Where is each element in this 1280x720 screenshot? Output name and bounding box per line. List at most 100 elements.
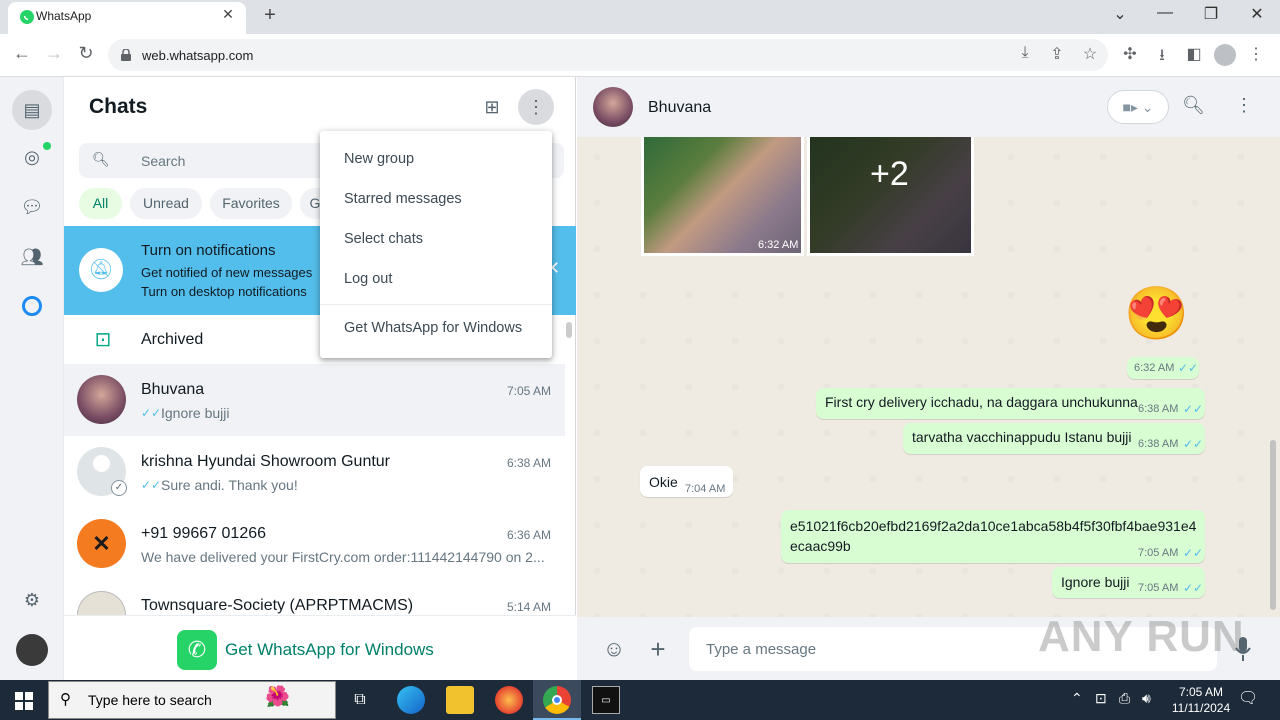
attach-plus-icon[interactable]: + <box>643 634 673 665</box>
show-hidden-icons-icon[interactable]: ⌃ <box>1071 690 1083 707</box>
search-icon: ⚲ <box>60 691 71 708</box>
minimize-button[interactable]: — <box>1150 4 1180 22</box>
search-icon[interactable]: 🔍︎ <box>1182 95 1205 116</box>
back-button[interactable]: ← <box>10 43 34 64</box>
chat-list-scrollbar[interactable] <box>566 322 572 338</box>
notifications-icon[interactable]: 🗨︎ <box>1238 688 1258 708</box>
read-ticks-icon: ✓✓ <box>1183 546 1204 560</box>
message-time: 6:38 AM <box>1138 403 1179 415</box>
message-time: 6:38 AM <box>1138 438 1179 450</box>
chat-row[interactable] <box>64 436 565 508</box>
chat-time: 6:36 AM <box>507 528 552 542</box>
forward-button[interactable]: → <box>42 43 66 64</box>
search-input[interactable]: Search <box>141 153 185 169</box>
chat-row[interactable] <box>64 508 565 580</box>
menu-icon[interactable]: ⋮ <box>518 89 554 125</box>
menu-item-get-app[interactable]: Get WhatsApp for Windows <box>344 320 522 336</box>
network-icon[interactable]: ⎙ <box>1119 690 1130 707</box>
microphone-icon[interactable] <box>1235 636 1251 662</box>
notification-line2[interactable]: Turn on desktop notifications <box>141 284 307 299</box>
chat-name: Bhuvana <box>141 381 205 398</box>
install-app-icon[interactable]: ⤓ <box>1014 44 1036 62</box>
contact-avatar[interactable] <box>593 87 633 127</box>
filter-unread[interactable]: Unread <box>130 188 202 219</box>
watermark-logo: ANY RUN <box>1038 612 1245 661</box>
more-images-count: +2 <box>870 155 909 193</box>
volume-icon[interactable]: 🔊︎ <box>1142 690 1151 707</box>
read-ticks-icon: ✓✓ <box>141 406 162 420</box>
contact-name[interactable]: Bhuvana <box>648 99 711 117</box>
side-panel-icon[interactable]: ◧ <box>1183 44 1205 64</box>
archived-row[interactable]: Archived <box>141 331 203 349</box>
menu-item-new-group[interactable]: New group <box>344 151 414 167</box>
browser-menu-icon[interactable]: ⋮ <box>1245 44 1267 64</box>
url-text[interactable]: web.whatsapp.com <box>142 48 253 63</box>
reload-button[interactable]: ↻ <box>74 43 98 64</box>
read-ticks-icon: ✓✓ <box>1183 581 1204 595</box>
settings-icon[interactable]: ⚙ <box>16 584 48 616</box>
get-app-link[interactable]: Get WhatsApp for Windows <box>225 640 434 660</box>
meta-ai-icon[interactable] <box>22 296 42 316</box>
clock-date: 11/11/2024 <box>1171 701 1231 715</box>
close-window-button[interactable]: ✕ <box>1242 4 1272 24</box>
filter-all[interactable]: All <box>79 188 122 219</box>
windows-start-icon[interactable] <box>15 692 33 710</box>
chrome-icon-center <box>552 695 562 705</box>
message-placeholder[interactable]: Type a message <box>706 641 816 658</box>
message-time: 7:04 AM <box>685 483 726 495</box>
menu-divider <box>320 304 552 305</box>
message-scrollbar[interactable] <box>1270 440 1276 610</box>
video-call-button[interactable]: ■▸ ⌄ <box>1107 90 1169 124</box>
new-chat-icon[interactable]: ⊞ <box>474 89 510 125</box>
firstcry-logo-avatar: ✕ <box>77 519 126 568</box>
communities-nav-icon[interactable]: 👥︎ <box>16 241 48 273</box>
menu-item-select-chats[interactable]: Select chats <box>344 231 423 247</box>
file-explorer-icon[interactable] <box>446 686 474 714</box>
chats-nav-icon[interactable]: ▤ <box>12 90 52 130</box>
notification-title: Turn on notifications <box>141 242 276 259</box>
chat-row[interactable] <box>64 364 565 436</box>
chat-name: krishna Hyundai Showroom Guntur <box>141 453 391 470</box>
profile-avatar[interactable] <box>16 634 48 666</box>
taskbar-search-input[interactable]: Type here to search <box>88 692 212 708</box>
read-ticks-icon: ✓✓ <box>1178 361 1199 375</box>
whatsapp-logo-icon: ✆ <box>177 630 217 670</box>
message-time: 6:32 AM <box>1134 362 1175 374</box>
read-ticks-icon: ✓✓ <box>1183 437 1204 451</box>
terminal-icon[interactable]: ▭ <box>592 686 620 714</box>
emoji-picker-icon[interactable]: ☺ <box>599 636 629 662</box>
conversation-menu-icon[interactable]: ⋮ <box>1235 95 1253 116</box>
filter-favorites[interactable]: Favorites <box>210 188 292 219</box>
chat-preview: We have delivered your FirstCry.com orde… <box>141 549 545 565</box>
device-icon[interactable]: ⊡ <box>1095 690 1107 707</box>
bookmark-star-icon[interactable]: ☆ <box>1079 44 1101 64</box>
message-time: 7:05 AM <box>1138 547 1179 559</box>
close-tab-icon[interactable]: ✕ <box>218 6 238 26</box>
extensions-icon[interactable]: ✣ <box>1119 44 1141 64</box>
omnibox[interactable] <box>108 39 1108 71</box>
read-ticks-icon: ✓✓ <box>1183 402 1204 416</box>
archive-icon: ⊡ <box>94 329 112 351</box>
restore-button[interactable]: ❐ <box>1196 4 1226 24</box>
menu-item-starred-messages[interactable]: Starred messages <box>344 191 462 207</box>
new-tab-button[interactable]: + <box>258 4 282 28</box>
edge-icon[interactable] <box>397 686 425 714</box>
read-ticks-icon: ✓✓ <box>141 478 162 492</box>
message-text: tarvatha vacchinappudu Istanu bujji <box>912 429 1132 445</box>
menu-item-log-out[interactable]: Log out <box>344 271 392 287</box>
chat-preview: Sure andi. Thank you! <box>161 477 298 493</box>
status-unread-dot <box>43 142 51 150</box>
tab-search-icon[interactable]: ⌄ <box>1105 4 1135 24</box>
chat-time: 7:05 AM <box>507 384 552 398</box>
task-view-icon[interactable]: ⧉ <box>346 686 374 714</box>
taskbar-clock[interactable]: 7:05 AM 11/11/2024 <box>1167 684 1235 716</box>
downloads-icon[interactable]: ⭳ <box>1151 44 1173 71</box>
profile-icon[interactable] <box>1214 44 1236 66</box>
chat-time: 6:38 AM <box>507 456 552 470</box>
share-icon[interactable]: ⇪ <box>1046 44 1068 64</box>
emoji-message: 😍 <box>1124 285 1189 343</box>
firefox-icon[interactable] <box>495 686 523 714</box>
channels-nav-icon[interactable]: 💬︎ <box>16 191 48 223</box>
message-time: 6:32 AM <box>758 239 799 251</box>
search-icon: 🔍︎ <box>92 151 110 167</box>
